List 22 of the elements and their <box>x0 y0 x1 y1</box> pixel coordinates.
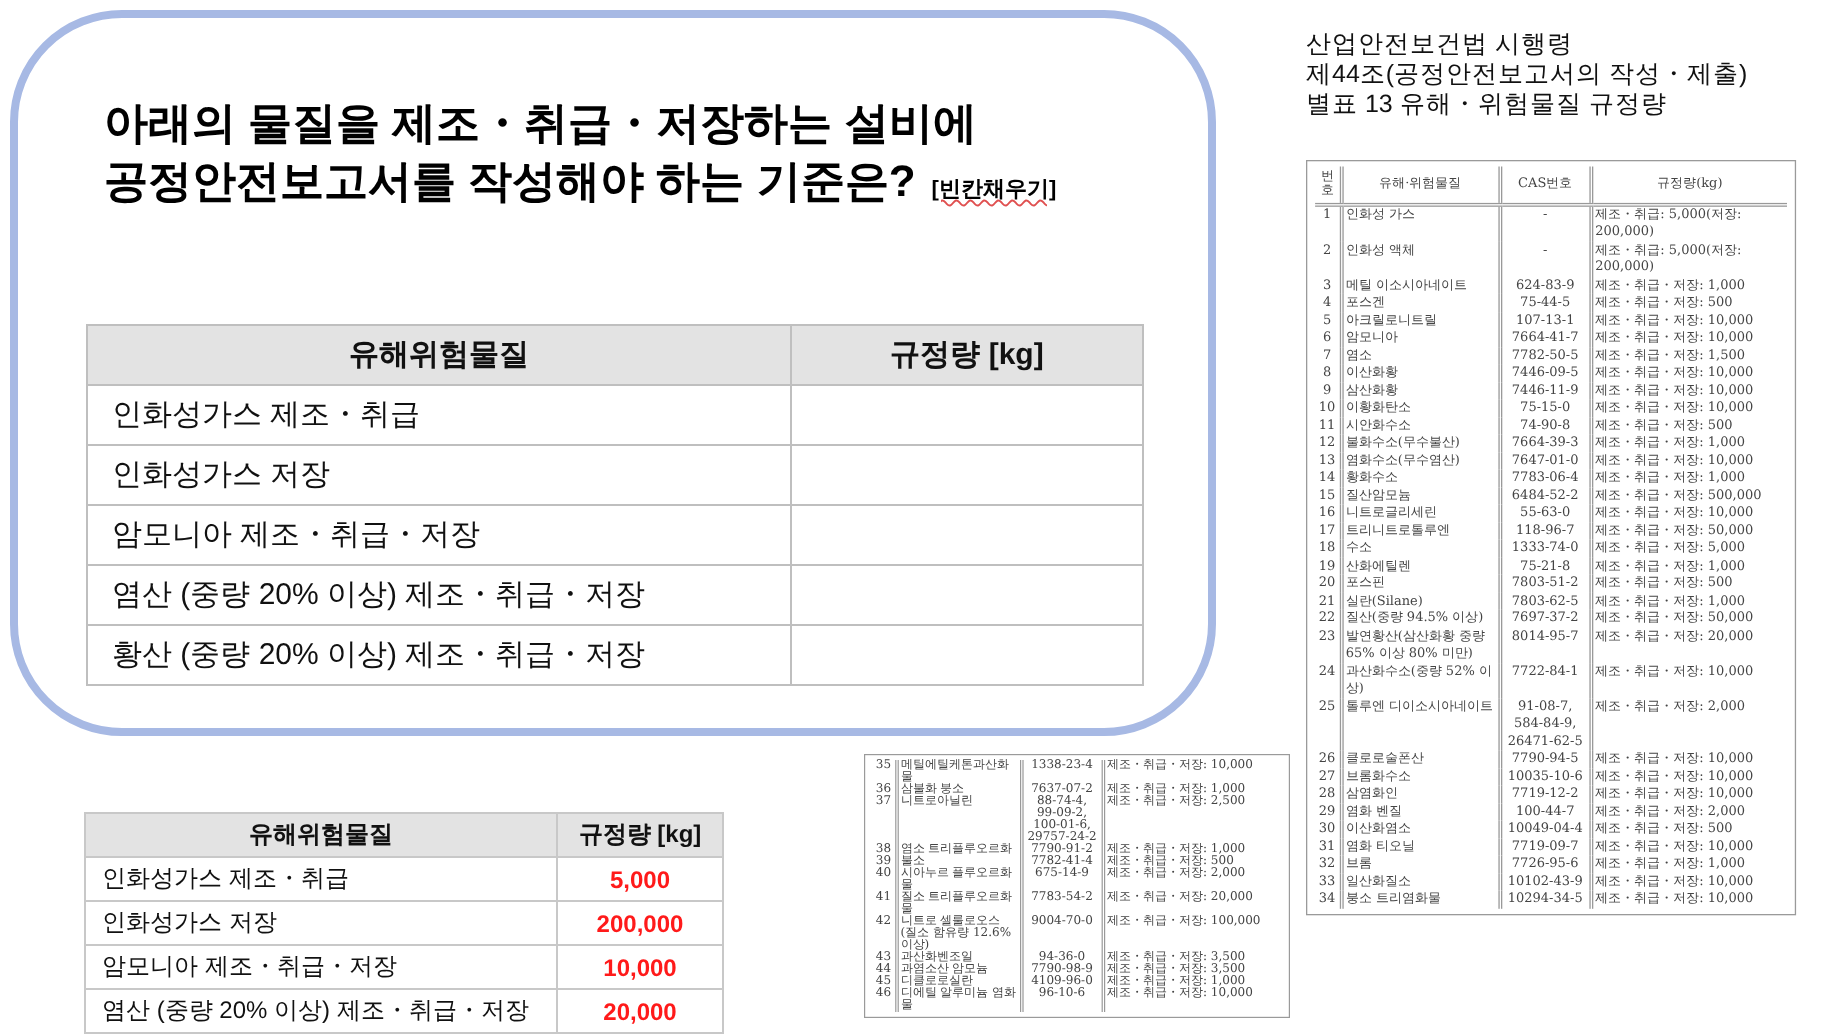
table-cell: 염산 (중량 20% 이상) 제조・취급・저장 <box>85 989 557 1033</box>
table-cell: 염산 (중량 20% 이상) 제조・취급・저장 <box>87 565 791 625</box>
reference-caption: 제44조(공정안전보고서의 작성・제출) <box>1306 60 1750 90</box>
table-cell: 암모니아 제조・취급・저장 <box>85 945 557 989</box>
column-header: 규정량 [kg] <box>557 813 723 857</box>
table-cell: 황산 (중량 20% 이상) 제조・취급・저장 <box>87 625 791 685</box>
fill-in-hint: [빈칸채우기] <box>931 178 1057 202</box>
column-header: 규정량 [kg] <box>791 325 1143 385</box>
answer-value: 20,000 <box>557 989 723 1033</box>
column-header: 유해위험물질 <box>85 813 557 857</box>
reference-caption: 별표 13 유해・위험물질 규정량 <box>1306 90 1669 120</box>
table-cell: 인화성가스 제조・취급 <box>85 857 557 901</box>
answer-value: 5,000 <box>557 857 723 901</box>
table-cell: 암모니아 제조・취급・저장 <box>87 505 791 565</box>
table-cell: 인화성가스 제조・취급 <box>87 385 791 445</box>
table-cell: 인화성가스 저장 <box>85 901 557 945</box>
answer-value: 200,000 <box>557 901 723 945</box>
table-cell: 인화성가스 저장 <box>87 445 791 505</box>
reference-caption: 산업안전보건법 시행령 <box>1306 30 1575 60</box>
column-header: 유해위험물질 <box>87 325 791 385</box>
answer-value: 10,000 <box>557 945 723 989</box>
question-title: 아래의 물질을 제조・취급・저장하는 설비에 공정안전보고서를 작성해야 하는 기준은? [빈칸채우기] <box>104 96 1059 210</box>
